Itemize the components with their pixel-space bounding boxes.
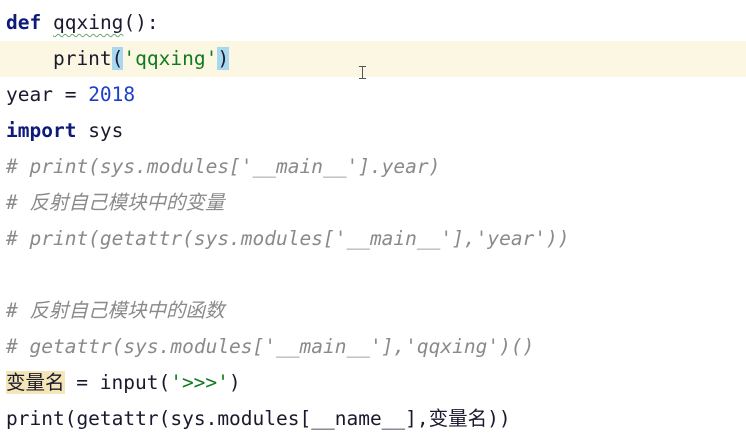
code-token: (	[158, 371, 171, 394]
code-token: # print(getattr(sys.modules['__main__'],…	[6, 227, 570, 250]
code-token: import	[6, 119, 77, 142]
text-cursor-icon	[359, 66, 366, 79]
code-line-8[interactable]	[0, 257, 746, 293]
code-token: # 反射自己模块中的函数	[6, 299, 225, 322]
code-token: year =	[6, 83, 89, 106]
code-token: # print(sys.modules['__main__'].year)	[6, 155, 441, 178]
code-token: )	[228, 371, 241, 394]
code-token: '>>>'	[170, 371, 229, 394]
code-token: ():	[123, 11, 159, 34]
code-token: print(getattr(sys.modules[__name__],变量名)…	[6, 407, 511, 430]
code-token: 变量名	[6, 371, 65, 394]
code-token: qqxing	[52, 11, 124, 34]
code-line-10[interactable]: # getattr(sys.modules['__main__'],'qqxin…	[0, 329, 746, 365]
code-line-7[interactable]: # print(getattr(sys.modules['__main__'],…	[0, 221, 746, 257]
code-line-1[interactable]: def qqxing():	[0, 5, 746, 41]
code-token: print	[6, 47, 112, 70]
code-line-9[interactable]: # 反射自己模块中的函数	[0, 293, 746, 329]
code-token: 'qqxing'	[123, 47, 218, 70]
code-token: (	[111, 47, 124, 70]
code-line-11[interactable]: 变量名 = input('>>>')	[0, 365, 746, 401]
code-token: def	[6, 11, 42, 34]
code-line-3[interactable]: year = 2018	[0, 77, 746, 113]
code-line-4[interactable]: import sys	[0, 113, 746, 149]
code-token: =	[64, 371, 100, 394]
code-token: )	[217, 47, 230, 70]
code-token: 2018	[88, 83, 136, 106]
code-line-5[interactable]: # print(sys.modules['__main__'].year)	[0, 149, 746, 185]
code-token: # getattr(sys.modules['__main__'],'qqxin…	[6, 335, 535, 358]
code-token: # 反射自己模块中的变量	[6, 191, 225, 214]
code-token: input	[99, 371, 159, 394]
code-line-2[interactable]: print('qqxing')	[0, 41, 746, 77]
code-token: sys	[76, 119, 124, 142]
code-line-6[interactable]: # 反射自己模块中的变量	[0, 185, 746, 221]
code-line-12[interactable]: print(getattr(sys.modules[__name__],变量名)…	[0, 401, 746, 437]
